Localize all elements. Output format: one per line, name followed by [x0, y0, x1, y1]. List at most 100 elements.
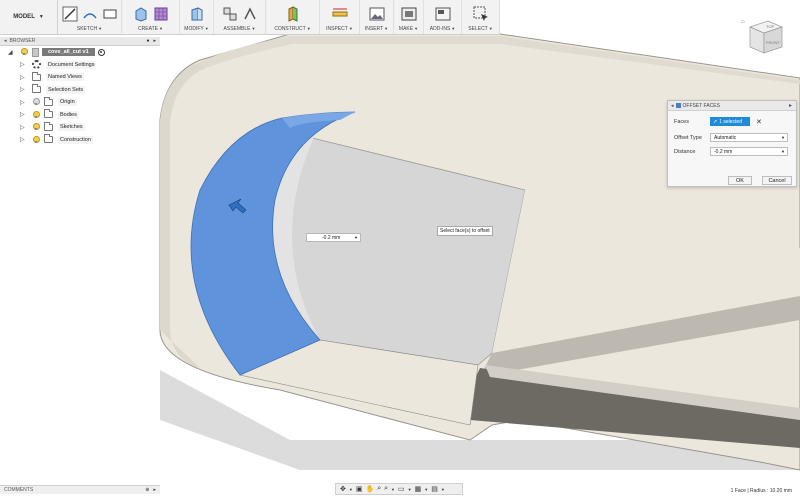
- offset-type-value: Automatic: [714, 134, 737, 141]
- faces-selection-button[interactable]: ➚ 1 selected: [710, 117, 750, 126]
- chevron-down-icon: ▼: [38, 14, 44, 20]
- browser-item-origin[interactable]: ▷ Origin: [0, 96, 160, 109]
- expand-arrow-icon[interactable]: ◢: [8, 49, 14, 56]
- active-indicator-icon[interactable]: [97, 48, 105, 56]
- expand-arrow-icon[interactable]: ▷: [20, 111, 26, 118]
- expand-arrow-icon[interactable]: ▷: [20, 86, 26, 93]
- toolbar-group-label: CONSTRUCT: [274, 26, 306, 32]
- offset-plane-icon[interactable]: [285, 6, 301, 22]
- workspace-switcher[interactable]: MODEL ▼: [0, 0, 58, 34]
- distance-row: Distance -0.2 mm ▼: [674, 147, 788, 156]
- chevron-down-icon: ▼: [781, 135, 785, 140]
- display-settings-icon[interactable]: ▭: [398, 485, 405, 493]
- visibility-bulb-icon[interactable]: [32, 123, 40, 131]
- orbit-icon[interactable]: ✥: [340, 485, 346, 493]
- offset-type-select[interactable]: Automatic ▼: [710, 133, 788, 142]
- distance-label: Distance: [674, 148, 696, 155]
- toolbar-group-make[interactable]: MAKE▼: [394, 0, 424, 34]
- toolbar-group-label: CREATE: [138, 26, 158, 32]
- grid-icon[interactable]: ▦: [415, 485, 422, 493]
- expand-icon[interactable]: ▸: [153, 487, 156, 493]
- joint-icon[interactable]: [242, 6, 258, 22]
- expand-arrow-icon[interactable]: ▷: [20, 74, 26, 81]
- gear-icon: [32, 60, 41, 70]
- toolbar-group-create[interactable]: CREATE▼: [122, 0, 180, 34]
- offset-faces-dialog: ◂ OFFSET FACES ▸ Faces ➚ 1 selected ✕ Off…: [667, 100, 797, 187]
- collapse-icon[interactable]: ◂: [4, 38, 7, 44]
- browser-item-bodies[interactable]: ▷ Bodies: [0, 109, 160, 122]
- distance-field[interactable]: -0.2 mm ▼: [710, 147, 788, 156]
- create-sketch-icon[interactable]: [62, 6, 78, 22]
- toolbar-group-construct[interactable]: CONSTRUCT▼: [266, 0, 320, 34]
- 3d-print-icon[interactable]: [401, 6, 417, 22]
- toolbar-group-label: MODIFY: [184, 26, 204, 32]
- viewports-icon[interactable]: ▤: [431, 485, 438, 493]
- browser-item-document-settings[interactable]: ▷ Document Settings: [0, 59, 160, 72]
- toolbar-group-label: ASSEMBLE: [223, 26, 251, 32]
- toolbar-group-sketch[interactable]: SKETCH▼: [58, 0, 122, 34]
- cancel-button[interactable]: Cancel: [762, 176, 792, 185]
- line-icon[interactable]: [82, 6, 98, 22]
- zoom-icon[interactable]: ⌕: [377, 485, 381, 493]
- press-pull-icon[interactable]: [189, 6, 205, 22]
- toolbar-group-insert[interactable]: INSERT▼: [360, 0, 394, 34]
- expand-icon[interactable]: ▸: [789, 102, 792, 109]
- visibility-bulb-icon[interactable]: [32, 110, 40, 119]
- toolbar-group-assemble[interactable]: ASSEMBLE▼: [214, 0, 266, 34]
- distance-manipulator-input[interactable]: -0.2 mm ▼: [306, 233, 361, 242]
- browser-item-label: Selection Sets: [46, 85, 86, 94]
- toolbar-group-label: SELECT: [468, 26, 488, 32]
- toolbar-group-label: SKETCH: [76, 26, 98, 32]
- visibility-bulb-icon[interactable]: [32, 135, 40, 144]
- expand-arrow-icon[interactable]: ▷: [20, 99, 26, 106]
- home-icon[interactable]: ⌂: [741, 19, 745, 25]
- faces-row: Faces ➚ 1 selected ✕: [674, 117, 762, 126]
- toolbar-group-select[interactable]: SELECT▼: [462, 0, 500, 34]
- toolbar-group-addins[interactable]: ADD-INS▼: [424, 0, 462, 34]
- ok-button[interactable]: OK: [728, 176, 752, 185]
- status-readout: 1 Face | Radius : 10.20 mm: [730, 488, 792, 494]
- browser-item-sketches[interactable]: ▷ Sketches: [0, 121, 160, 134]
- rectangle-icon[interactable]: [102, 6, 118, 22]
- visibility-bulb-icon[interactable]: [32, 98, 40, 106]
- browser-item-construction[interactable]: ▷ Construction: [0, 134, 160, 147]
- dialog-title-bar[interactable]: ◂ OFFSET FACES ▸: [668, 101, 796, 111]
- expand-arrow-icon[interactable]: ▷: [20, 61, 26, 68]
- browser-title: BROWSER: [9, 38, 36, 44]
- document-root[interactable]: ◢ cove_all_cut v1: [0, 46, 160, 59]
- toolbar-group-modify[interactable]: MODIFY▼: [180, 0, 214, 34]
- folder-icon: [44, 109, 53, 119]
- viewcube-front-label: FRONT: [766, 40, 780, 45]
- comments-panel[interactable]: COMMENTS ⊕ ▸: [0, 485, 160, 494]
- visibility-bulb-icon[interactable]: [20, 48, 28, 56]
- browser-item-selection-sets[interactable]: ▷ Selection Sets: [0, 84, 160, 97]
- expand-icon[interactable]: ▸: [153, 38, 156, 44]
- new-component-icon[interactable]: [222, 6, 238, 22]
- look-at-icon[interactable]: ▣: [356, 485, 363, 493]
- expand-arrow-icon[interactable]: ▷: [20, 124, 26, 131]
- toolbar-group-inspect[interactable]: INSPECT▼: [320, 0, 360, 34]
- add-comment-icon[interactable]: ⊕: [145, 487, 149, 493]
- scripts-icon[interactable]: [435, 6, 451, 22]
- browser-item-label: Sketches: [58, 123, 85, 132]
- form-icon[interactable]: [153, 6, 169, 22]
- pin-icon[interactable]: ●: [146, 38, 149, 44]
- clear-selection-icon[interactable]: ✕: [756, 118, 762, 126]
- browser-header[interactable]: ◂ BROWSER ● ▸: [0, 37, 160, 46]
- toolbar-group-label: MAKE: [398, 26, 414, 32]
- collapse-icon[interactable]: ◂: [671, 103, 674, 109]
- measure-icon[interactable]: [332, 6, 348, 22]
- pan-icon[interactable]: ✋: [365, 485, 374, 493]
- expand-arrow-icon[interactable]: ▷: [20, 136, 26, 143]
- select-icon[interactable]: [473, 6, 489, 22]
- extrude-icon[interactable]: [133, 6, 149, 22]
- fit-icon[interactable]: ⌕: [384, 485, 388, 493]
- viewcube[interactable]: TOP FRONT ⌂: [738, 15, 788, 65]
- chevron-down-icon[interactable]: ▼: [354, 235, 358, 240]
- browser-item-label: Document Settings: [46, 60, 97, 69]
- main-toolbar: MODEL ▼ SKETCH▼ CREATE▼ MODIFY▼ ASSEMBLE▼: [0, 0, 500, 35]
- offset-type-label: Offset Type: [674, 134, 702, 141]
- insert-image-icon[interactable]: [369, 6, 385, 22]
- browser-item-named-views[interactable]: ▷ Named Views: [0, 71, 160, 84]
- chevron-down-icon[interactable]: ▼: [781, 149, 785, 154]
